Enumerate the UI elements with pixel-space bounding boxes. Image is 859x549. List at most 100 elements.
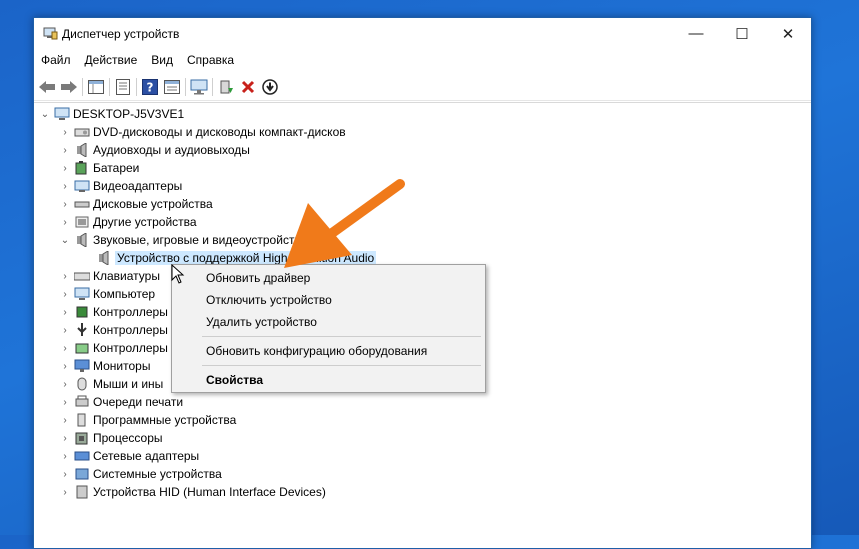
chevron-right-icon[interactable]: › [58, 433, 72, 444]
properties-view-icon [88, 80, 104, 94]
chevron-right-icon[interactable]: › [58, 127, 72, 138]
tree-item-label: Другие устройства [93, 215, 197, 229]
chevron-down-icon[interactable]: ⌄ [38, 109, 52, 120]
toolbar-separator [136, 78, 137, 96]
disk-drive-icon [74, 201, 90, 208]
menu-action[interactable]: Действие [78, 51, 145, 71]
speaker-icon [99, 251, 109, 265]
tree-item-label: Очереди печати [93, 395, 184, 409]
tree-category-item[interactable]: › Другие устройства [58, 213, 197, 231]
tree-category-item[interactable]: › Программные устройства [58, 411, 236, 429]
show-hide-tree-button[interactable] [85, 76, 107, 98]
tree-category-item[interactable]: › Сетевые адаптеры [58, 447, 199, 465]
minimize-button[interactable]: — [673, 18, 719, 49]
maximize-button[interactable]: ☐ [719, 18, 765, 49]
chevron-right-icon[interactable]: › [58, 325, 72, 336]
tree-category-item[interactable]: › Контроллеры [58, 339, 168, 357]
details-button[interactable] [161, 76, 183, 98]
tree-root-label: DESKTOP-J5V3VE1 [73, 107, 185, 121]
tree-item-label: Батареи [93, 161, 140, 175]
tree-category-item[interactable]: › Клавиатуры [58, 267, 160, 285]
tree-item-label: Видеоадаптеры [93, 179, 183, 193]
tree-category-item[interactable]: › Мыши и ины [58, 375, 163, 393]
tree-item-label: Дисковые устройства [93, 197, 213, 211]
tree-category-item[interactable]: › Устройства HID (Human Interface Devices… [58, 483, 326, 501]
chevron-right-icon[interactable]: › [58, 289, 72, 300]
display-adapter-icon [74, 180, 90, 192]
toolbar-separator [109, 78, 110, 96]
tree-item-label: Устройства HID (Human Interface Devices) [93, 485, 326, 499]
chevron-right-icon[interactable]: › [58, 415, 72, 426]
chevron-right-icon[interactable]: › [58, 397, 72, 408]
menu-properties[interactable]: Свойства [206, 373, 263, 387]
keyboard-icon [74, 272, 90, 281]
chevron-right-icon[interactable]: › [58, 199, 72, 210]
tree-category-item[interactable]: › DVD-дисководы и дисководы компакт-диско… [58, 123, 345, 141]
device-manager-window: Диспетчер устройств — ☐ ✕ Файл Действие … [33, 17, 812, 549]
tree-category-item[interactable]: › Контроллеры [58, 303, 168, 321]
chevron-right-icon[interactable]: › [58, 145, 72, 156]
menu-scan-hardware[interactable]: Обновить конфигурацию оборудования [206, 344, 427, 358]
download-icon [262, 79, 278, 95]
computer-icon [74, 287, 90, 300]
tree-category-item[interactable]: › Мониторы [58, 357, 150, 375]
menu-uninstall-device[interactable]: Удалить устройство [206, 315, 317, 329]
remove-device-icon [241, 80, 255, 94]
chevron-right-icon[interactable]: › [58, 307, 72, 318]
usb-controller-icon [77, 323, 87, 336]
tree-item-label: Процессоры [93, 431, 163, 445]
menu-disable-device[interactable]: Отключить устройство [206, 293, 332, 307]
chevron-right-icon[interactable]: › [58, 361, 72, 372]
menu-update-driver[interactable]: Обновить драйвер [206, 271, 310, 285]
window-title: Диспетчер устройств [62, 27, 180, 41]
printer-icon [75, 395, 89, 407]
properties-button[interactable] [112, 76, 134, 98]
chevron-right-icon[interactable]: › [58, 181, 72, 192]
tree-category-item[interactable]: › Системные устройства [58, 465, 221, 483]
tree-category-item[interactable]: › Процессоры [58, 429, 163, 447]
help-icon: ? [142, 79, 158, 95]
computer-icon [54, 107, 70, 120]
chevron-right-icon[interactable]: › [58, 487, 72, 498]
update-driver-button[interactable] [215, 76, 237, 98]
tree-category-item[interactable]: › Компьютер [58, 285, 155, 303]
chevron-right-icon[interactable]: › [58, 343, 72, 354]
menu-file[interactable]: Файл [34, 51, 78, 71]
storage-controller-icon [75, 343, 89, 354]
tree-item-label: Компьютер [93, 287, 156, 301]
tree-item-label: Устройство с поддержкой High Definition … [115, 251, 377, 265]
toolbar-separator [212, 78, 213, 96]
back-button[interactable] [36, 76, 58, 98]
chevron-down-icon[interactable]: ⌄ [58, 235, 72, 246]
chevron-right-icon[interactable]: › [58, 217, 72, 228]
tree-item-label: Мыши и ины [93, 377, 164, 391]
tree-item-label: Аудиовходы и аудиовыходы [93, 143, 250, 157]
tree-category-item[interactable]: › Аудиовходы и аудиовыходы [58, 141, 250, 159]
chevron-right-icon[interactable]: › [58, 379, 72, 390]
disable-device-button[interactable] [259, 76, 281, 98]
chevron-right-icon[interactable]: › [58, 451, 72, 462]
help-button[interactable]: ? [139, 76, 161, 98]
chevron-right-icon[interactable]: › [58, 271, 72, 282]
menu-help[interactable]: Справка [180, 51, 241, 71]
processor-icon [75, 432, 88, 445]
tree-category-item[interactable]: ⌄ Звуковые, игровые и видеоустройства [58, 231, 307, 249]
tree-item-label: Контроллеры [93, 305, 168, 319]
scan-hardware-button[interactable] [188, 76, 210, 98]
chevron-right-icon[interactable]: › [58, 163, 72, 174]
menu-view[interactable]: Вид [144, 51, 180, 71]
close-button[interactable]: ✕ [765, 18, 811, 49]
device-manager-app-icon [43, 27, 58, 40]
tree-item-label: Клавиатуры [93, 269, 160, 283]
remove-device-button[interactable] [237, 76, 259, 98]
tree-category-item[interactable]: › Видеоадаптеры [58, 177, 182, 195]
tree-category-item[interactable]: › Очереди печати [58, 393, 183, 411]
properties-sheet-icon [116, 79, 130, 95]
forward-button[interactable] [58, 76, 80, 98]
tree-category-item[interactable]: › Контроллеры [58, 321, 168, 339]
tree-root[interactable]: ⌄ DESKTOP-J5V3VE1 [38, 105, 184, 123]
tree-category-item[interactable]: › Батареи [58, 159, 139, 177]
title-bar[interactable]: Диспетчер устройств — ☐ ✕ [34, 18, 811, 49]
chevron-right-icon[interactable]: › [58, 469, 72, 480]
tree-category-item[interactable]: › Дисковые устройства [58, 195, 213, 213]
